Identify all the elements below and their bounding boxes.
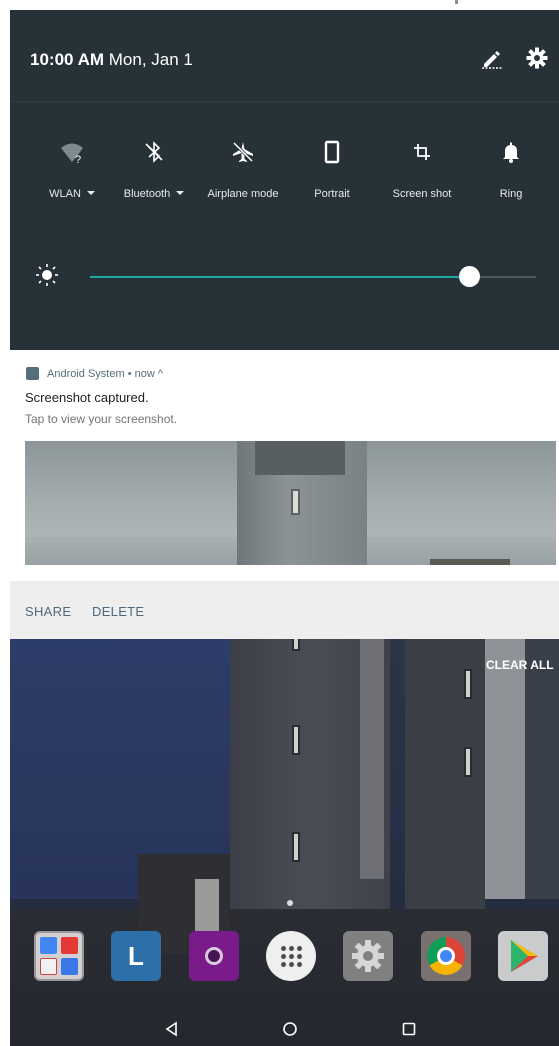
folder-mini-icon bbox=[40, 937, 57, 954]
tile-label-bluetooth: Bluetooth bbox=[104, 188, 204, 200]
image-icon bbox=[26, 367, 39, 380]
notification-title: Screenshot captured. bbox=[25, 390, 149, 405]
wallpaper-lighthouse-right bbox=[405, 639, 485, 909]
brightness-slider-fill bbox=[90, 276, 469, 278]
chevron-down-icon[interactable] bbox=[86, 191, 95, 195]
brightness-slider[interactable] bbox=[90, 266, 536, 287]
screenshot-preview-image[interactable] bbox=[25, 441, 556, 565]
notification-app-name: Android System bbox=[47, 368, 125, 380]
brightness-slider-thumb[interactable] bbox=[459, 266, 480, 287]
status-bar bbox=[0, 0, 559, 10]
status-indicator bbox=[455, 0, 458, 4]
dot bbox=[289, 946, 294, 951]
folder-mini-icon bbox=[40, 958, 57, 975]
dot bbox=[281, 962, 286, 967]
expand-icon[interactable]: ^ bbox=[158, 368, 163, 380]
page-indicator bbox=[287, 900, 293, 906]
share-button[interactable]: SHARE bbox=[25, 604, 71, 619]
wallpaper-window bbox=[292, 832, 300, 862]
tile-bluetooth[interactable]: Bluetooth bbox=[104, 140, 204, 210]
notification-text: Tap to view your screenshot. bbox=[25, 412, 178, 426]
wallpaper-door bbox=[195, 879, 219, 939]
bell-icon bbox=[503, 142, 519, 163]
screenshot-notification[interactable]: Android System • now ^ Screenshot captur… bbox=[10, 350, 559, 581]
edit-icon[interactable] bbox=[480, 46, 504, 70]
dot bbox=[289, 962, 294, 967]
preview-lighthouse-top bbox=[255, 441, 345, 475]
dot bbox=[281, 954, 286, 959]
chevron-down-icon[interactable] bbox=[176, 191, 185, 195]
airplane-disabled-icon bbox=[232, 141, 254, 163]
tile-screen-shot[interactable]: Screen shot bbox=[372, 140, 472, 210]
folder-mini-icon bbox=[61, 937, 78, 954]
folder-mini-icon bbox=[61, 958, 78, 975]
dot bbox=[289, 954, 294, 959]
preview-lighthouse-window bbox=[291, 489, 300, 515]
tile-label-portrait: Portrait bbox=[314, 188, 350, 200]
app-folder-icon[interactable] bbox=[34, 931, 84, 981]
tile-label-airplane-mode: Airplane mode bbox=[207, 188, 279, 200]
gear-icon[interactable] bbox=[525, 46, 549, 70]
bluetooth-disabled-icon bbox=[145, 141, 163, 163]
delete-button[interactable]: DELETE bbox=[92, 604, 144, 619]
clock[interactable]: 10:00 AM Mon, Jan 1 bbox=[30, 50, 193, 70]
chrome-icon[interactable] bbox=[421, 931, 471, 981]
recents-icon[interactable] bbox=[399, 1019, 419, 1039]
time-text: 10:00 AM bbox=[30, 50, 105, 69]
dot bbox=[297, 946, 302, 951]
tile-portrait[interactable]: Portrait bbox=[282, 140, 382, 210]
crop-icon bbox=[414, 144, 430, 160]
camera-lens bbox=[205, 947, 223, 965]
back-icon[interactable] bbox=[162, 1019, 182, 1039]
gear-icon[interactable] bbox=[343, 931, 393, 981]
wallpaper-lighthouse-right-edge bbox=[485, 639, 525, 899]
dot bbox=[297, 962, 302, 967]
camera-icon[interactable] bbox=[189, 931, 239, 981]
lenovo-launcher-icon[interactable]: L bbox=[111, 931, 161, 981]
play-store-icon[interactable] bbox=[498, 931, 548, 981]
dot bbox=[297, 954, 302, 959]
tile-airplane-mode[interactable]: Airplane mode bbox=[193, 140, 293, 210]
wallpaper-window bbox=[464, 669, 472, 699]
chrome-center bbox=[437, 947, 455, 965]
tile-ring[interactable]: Ring bbox=[461, 140, 559, 210]
tile-label-ring: Ring bbox=[499, 188, 523, 200]
wallpaper-window bbox=[292, 639, 300, 651]
wifi-unknown-icon: ? bbox=[61, 143, 83, 164]
wallpaper-lighthouse-edge bbox=[360, 639, 384, 879]
svg-text:?: ? bbox=[75, 154, 81, 164]
brightness-icon bbox=[36, 264, 58, 286]
date-text: Mon, Jan 1 bbox=[108, 50, 193, 69]
home-screen: CLEAR ALL L bbox=[10, 639, 559, 1046]
navigation-bar bbox=[10, 1013, 559, 1046]
notification-header[interactable]: Android System • now ^ bbox=[47, 368, 163, 380]
play-triangle-glyph bbox=[511, 940, 538, 972]
tile-label-screen-shot: Screen shot bbox=[392, 188, 452, 200]
portrait-icon bbox=[324, 140, 340, 164]
wallpaper-sky-right bbox=[525, 639, 559, 899]
quick-settings-panel: 10:00 AM Mon, Jan 1 ? WLAN Bluetooth Air… bbox=[10, 10, 559, 350]
wallpaper-window bbox=[292, 725, 300, 755]
notification-time: now bbox=[134, 368, 155, 380]
settings-gear-glyph bbox=[352, 940, 384, 972]
preview-roof bbox=[430, 559, 510, 565]
clear-all-button[interactable]: CLEAR ALL bbox=[486, 658, 554, 672]
quick-settings-header: 10:00 AM Mon, Jan 1 bbox=[10, 10, 559, 102]
wallpaper-window bbox=[464, 747, 472, 777]
dot bbox=[281, 946, 286, 951]
notification-separator: • bbox=[127, 368, 132, 380]
app-drawer-icon[interactable] bbox=[266, 931, 316, 981]
home-icon[interactable] bbox=[280, 1019, 300, 1039]
notification-actions: SHARE DELETE bbox=[10, 581, 559, 639]
